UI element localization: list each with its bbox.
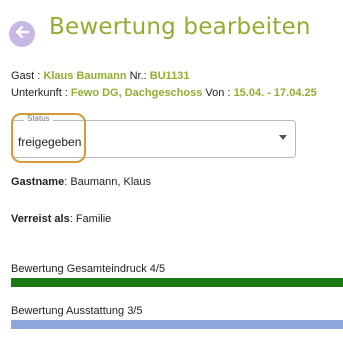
rating-equipment-label: Bewertung Ausstattung 3/5 [11,305,143,317]
rating-overall-label: Bewertung Gesamteindruck 4/5 [11,263,166,275]
back-button[interactable] [9,21,35,47]
accommodation-value: Fewo DG, Dachgeschoss [70,87,203,99]
accommodation-label: Unterkunft : [11,87,71,99]
rating-overall-bar-fill [11,278,343,287]
status-selected-value: freigegeben [18,135,82,149]
booking-number: BU1131 [149,70,190,82]
travels-as-row: Verreist als: Familie [11,213,111,225]
rating-equipment-bar-fill [11,320,343,329]
nr-label: Nr.: [126,70,150,82]
guestname-value: : Baumann, Klaus [64,176,152,188]
chevron-down-icon [279,135,287,140]
guest-info-line: Gast : Klaus Baumann Nr.: BU1131 [11,70,190,82]
arrow-left-icon [13,23,31,46]
status-select[interactable]: Status freigegeben [11,114,296,158]
rating-overall-bar [11,278,343,287]
app-header: Bewertung bearbeiten [0,0,343,70]
from-label: Von : [202,87,234,99]
date-range: 15.04. - 17.04.25 [233,87,317,99]
travels-as-value: : Familie [69,213,112,225]
rating-equipment-bar [11,320,343,329]
guest-label: Gast : [11,70,44,82]
guestname-label: Gastname [11,176,65,188]
travels-as-label: Verreist als [11,213,70,225]
page-title: Bewertung bearbeiten [49,14,311,40]
guestname-row: Gastname: Baumann, Klaus [11,176,151,188]
status-field-label: Status [24,114,53,123]
guest-name: Klaus Baumann [43,70,127,82]
accommodation-info-line: Unterkunft : Fewo DG, Dachgeschoss Von :… [11,87,317,99]
